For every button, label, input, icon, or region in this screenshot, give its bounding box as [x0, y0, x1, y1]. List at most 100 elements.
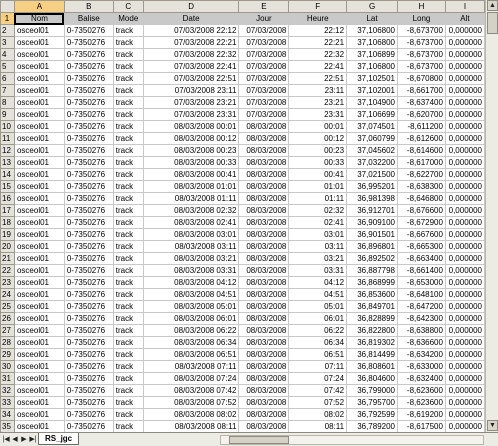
cell-mode[interactable]: track: [112, 396, 144, 409]
cell-alt[interactable]: 0,000000: [444, 60, 485, 73]
cell-balise[interactable]: 0-7350276: [63, 132, 114, 145]
cell-date[interactable]: 08/03/2008 06:01: [142, 312, 240, 325]
cell-date[interactable]: 08/03/2008 04:12: [142, 276, 240, 289]
cell-lat[interactable]: 37,106899: [346, 48, 399, 61]
cell-long[interactable]: -8,647200: [397, 300, 446, 313]
cell-date[interactable]: 08/03/2008 03:11: [142, 240, 240, 253]
cell-alt[interactable]: 0,000000: [444, 240, 485, 253]
cell-date[interactable]: 07/03/2008 23:21: [142, 96, 240, 109]
cell-jour[interactable]: 08/03/2008: [238, 276, 290, 289]
cell-long[interactable]: -8,672900: [397, 216, 446, 229]
cell-mode[interactable]: track: [112, 96, 144, 109]
cell-balise[interactable]: 0-7350276: [63, 264, 114, 277]
cell-balise[interactable]: 0-7350276: [63, 24, 114, 37]
cell-nom[interactable]: osceol01: [13, 276, 65, 289]
cell-jour[interactable]: 07/03/2008: [238, 84, 290, 97]
cell-mode[interactable]: track: [112, 288, 144, 301]
cell-jour[interactable]: 08/03/2008: [238, 168, 290, 181]
cell-alt[interactable]: 0,000000: [444, 360, 485, 373]
cell-long[interactable]: -8,663400: [397, 252, 446, 265]
cell-heure[interactable]: 04:12: [288, 276, 348, 289]
cell-date[interactable]: 08/03/2008 06:22: [142, 324, 240, 337]
cell-jour[interactable]: 08/03/2008: [238, 156, 290, 169]
horizontal-scroll-thumb[interactable]: [229, 436, 289, 444]
cell-heure[interactable]: 07:42: [288, 384, 348, 397]
cell-heure[interactable]: 03:31: [288, 264, 348, 277]
cell-nom[interactable]: osceol01: [13, 204, 65, 217]
row-header[interactable]: 9: [0, 108, 15, 121]
cell-alt[interactable]: 0,000000: [444, 84, 485, 97]
cell-heure[interactable]: 02:41: [288, 216, 348, 229]
select-all-corner[interactable]: [0, 0, 15, 13]
cell-date[interactable]: 08/03/2008 01:01: [142, 180, 240, 193]
cell-alt[interactable]: 0,000000: [444, 144, 485, 157]
cell-lat[interactable]: 37,032200: [346, 156, 399, 169]
cell-date[interactable]: 07/03/2008 23:11: [142, 84, 240, 97]
cell-long[interactable]: -8,623600: [397, 384, 446, 397]
cell-date[interactable]: 08/03/2008 08:11: [142, 420, 240, 432]
cell-jour[interactable]: 08/03/2008: [238, 144, 290, 157]
cell-nom[interactable]: osceol01: [13, 264, 65, 277]
cell-alt[interactable]: 0,000000: [444, 108, 485, 121]
cell-nom[interactable]: osceol01: [13, 192, 65, 205]
cell-balise[interactable]: 0-7350276: [63, 252, 114, 265]
cell-heure[interactable]: 22:32: [288, 48, 348, 61]
row-header[interactable]: 17: [0, 204, 15, 217]
row-header[interactable]: 8: [0, 96, 15, 109]
header-cell-mode[interactable]: Mode: [112, 12, 144, 25]
cell-long[interactable]: -8,673700: [397, 36, 446, 49]
cell-date[interactable]: 08/03/2008 07:11: [142, 360, 240, 373]
cell-alt[interactable]: 0,000000: [444, 36, 485, 49]
cell-heure[interactable]: 03:11: [288, 240, 348, 253]
cell-alt[interactable]: 0,000000: [444, 300, 485, 313]
cell-long[interactable]: -8,673700: [397, 60, 446, 73]
cell-long[interactable]: -8,623600: [397, 396, 446, 409]
cell-alt[interactable]: 0,000000: [444, 288, 485, 301]
cell-nom[interactable]: osceol01: [13, 252, 65, 265]
cell-heure[interactable]: 07:11: [288, 360, 348, 373]
cell-lat[interactable]: 37,106800: [346, 36, 399, 49]
header-cell-date[interactable]: Date: [142, 12, 240, 25]
row-header[interactable]: 3: [0, 36, 15, 49]
cell-heure[interactable]: 22:21: [288, 36, 348, 49]
cell-long[interactable]: -8,676600: [397, 204, 446, 217]
cell-lat[interactable]: 37,104900: [346, 96, 399, 109]
cell-lat[interactable]: 36,981398: [346, 192, 399, 205]
cell-mode[interactable]: track: [112, 264, 144, 277]
cell-lat[interactable]: 36,868999: [346, 276, 399, 289]
cell-nom[interactable]: osceol01: [13, 216, 65, 229]
cell-balise[interactable]: 0-7350276: [63, 36, 114, 49]
cell-alt[interactable]: 0,000000: [444, 336, 485, 349]
cell-date[interactable]: 08/03/2008 03:21: [142, 252, 240, 265]
row-header[interactable]: 1: [0, 12, 15, 25]
cell-long[interactable]: -8,611200: [397, 120, 446, 133]
cell-lat[interactable]: 36,912701: [346, 204, 399, 217]
cell-heure[interactable]: 01:11: [288, 192, 348, 205]
cell-balise[interactable]: 0-7350276: [63, 48, 114, 61]
cell-balise[interactable]: 0-7350276: [63, 276, 114, 289]
row-header[interactable]: 23: [0, 276, 15, 289]
cell-date[interactable]: 08/03/2008 00:33: [142, 156, 240, 169]
cell-heure[interactable]: 05:01: [288, 300, 348, 313]
cell-nom[interactable]: osceol01: [13, 360, 65, 373]
prev-sheet-icon[interactable]: ◀: [11, 435, 19, 444]
cell-heure[interactable]: 04:51: [288, 288, 348, 301]
cell-jour[interactable]: 08/03/2008: [238, 180, 290, 193]
cell-long[interactable]: -8,638800: [397, 324, 446, 337]
cell-lat[interactable]: 36,909100: [346, 216, 399, 229]
cell-alt[interactable]: 0,000000: [444, 396, 485, 409]
cell-lat[interactable]: 37,060799: [346, 132, 399, 145]
cell-alt[interactable]: 0,000000: [444, 120, 485, 133]
cell-lat[interactable]: 36,901501: [346, 228, 399, 241]
cell-heure[interactable]: 22:51: [288, 72, 348, 85]
cell-long[interactable]: -8,638300: [397, 180, 446, 193]
last-sheet-icon[interactable]: ▶|: [29, 435, 37, 444]
cell-date[interactable]: 08/03/2008 06:34: [142, 336, 240, 349]
row-header[interactable]: 15: [0, 180, 15, 193]
row-header[interactable]: 11: [0, 132, 15, 145]
cell-date[interactable]: 07/03/2008 22:41: [142, 60, 240, 73]
cell-balise[interactable]: 0-7350276: [63, 60, 114, 73]
cell-alt[interactable]: 0,000000: [444, 348, 485, 361]
cell-jour[interactable]: 08/03/2008: [238, 264, 290, 277]
cell-jour[interactable]: 08/03/2008: [238, 192, 290, 205]
